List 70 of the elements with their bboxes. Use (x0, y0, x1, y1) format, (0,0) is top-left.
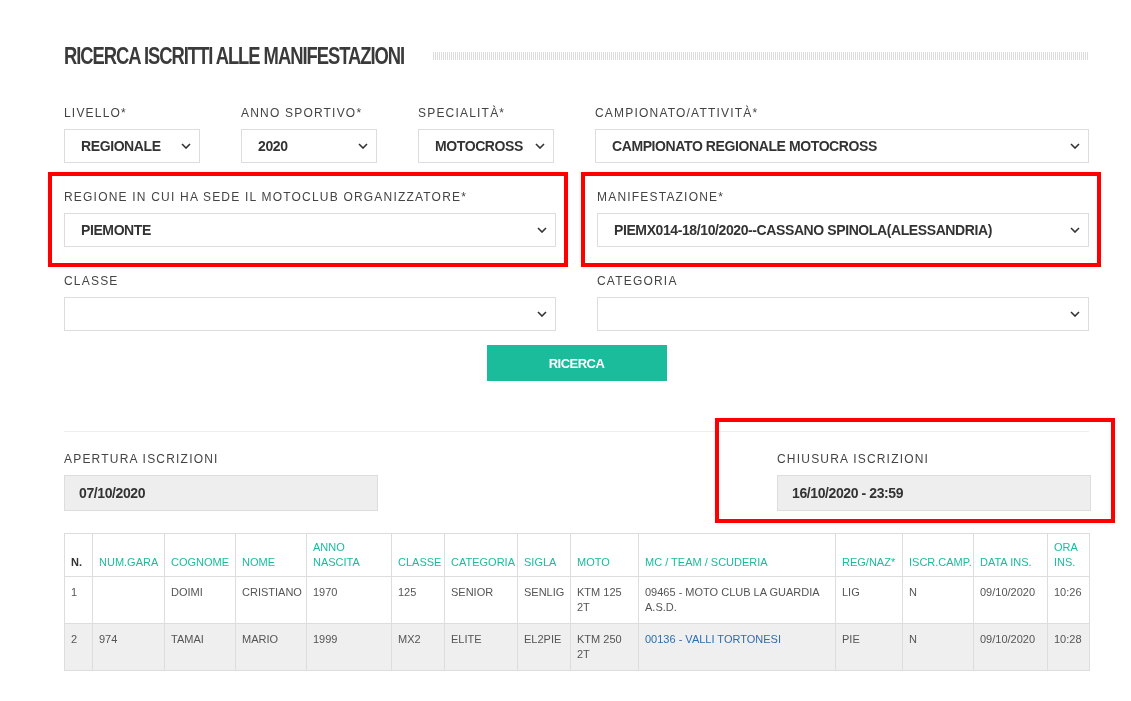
table-cell: 2 (64, 623, 93, 671)
table-cell: 10:28 (1047, 623, 1090, 671)
field-label: CATEGORIA (597, 274, 679, 288)
table-cell: 09465 - MOTO CLUB LA GUARDIA A.S.D. (638, 576, 836, 624)
select-field[interactable]: 2020 (241, 129, 377, 163)
table-cell: 1970 (306, 576, 392, 624)
table-cell: ELITE (444, 623, 518, 671)
table-cell: DOIMI (164, 576, 236, 624)
select-field[interactable]: REGIONALE (64, 129, 200, 163)
table-cell: 974 (92, 623, 165, 671)
field-label: APERTURA ISCRIZIONI (64, 452, 220, 466)
caret-icon (537, 311, 547, 317)
table-cell: TAMAI (164, 623, 236, 671)
select-field[interactable]: PIEMX014-18/10/2020--CASSANO SPINOLA(ALESSANDRIA) (597, 213, 1089, 247)
table-cell: N (902, 623, 974, 671)
column-header: CLASSE (391, 533, 445, 577)
column-header: CATEGORIA (444, 533, 518, 577)
table-cell: 125 (391, 576, 445, 624)
select-field[interactable]: PIEMONTE (64, 213, 556, 247)
table-cell: KTM 250 2T (570, 623, 639, 671)
table-cell: CRISTIANO (235, 576, 307, 624)
table-cell: 09/10/2020 (973, 576, 1048, 624)
table-cell: EL2PIE (517, 623, 571, 671)
table-cell: 10:26 (1047, 576, 1090, 624)
page-title: RICERCA ISCRITTI ALLE MANIFESTAZIONI (64, 42, 405, 70)
column-header: ANNO NASCITA (306, 533, 392, 577)
column-header: DATA INS. (973, 533, 1048, 577)
field-label: CHIUSURA ISCRIZIONI (777, 452, 931, 466)
caret-icon (1070, 143, 1080, 149)
table-cell: SENIOR (444, 576, 518, 624)
column-header: ORA INS. (1047, 533, 1090, 577)
table-cell: 1999 (306, 623, 392, 671)
column-header: NOME (235, 533, 307, 577)
caret-icon (1070, 227, 1080, 233)
caret-icon (181, 143, 191, 149)
table-cell: LIG (835, 576, 903, 624)
field-label: CLASSE (64, 274, 120, 288)
date-field: 16/10/2020 - 23:59 (777, 475, 1091, 511)
column-header: COGNOME (164, 533, 236, 577)
club-link[interactable]: 00136 - VALLI TORTONESI (638, 623, 836, 671)
table-cell: PIE (835, 623, 903, 671)
table-cell: 1 (64, 576, 93, 624)
column-header: REG/NAZ* (835, 533, 903, 577)
field-label: LIVELLO* (64, 106, 128, 120)
column-header: MOTO (570, 533, 639, 577)
caret-icon (358, 143, 368, 149)
field-label: CAMPIONATO/ATTIVITÀ* (595, 106, 760, 120)
select-field[interactable] (64, 297, 556, 331)
field-label: REGIONE IN CUI HA SEDE IL MOTOCLUB ORGANIZZATORE* (64, 190, 469, 204)
select-field[interactable]: MOTOCROSS (418, 129, 554, 163)
caret-icon (537, 227, 547, 233)
column-header: MC / TEAM / SCUDERIA (638, 533, 836, 577)
field-label: ANNO SPORTIVO* (241, 106, 364, 120)
date-field: 07/10/2020 (64, 475, 378, 511)
caret-icon (535, 143, 545, 149)
field-label: SPECIALITÀ* (418, 106, 507, 120)
select-field[interactable]: CAMPIONATO REGIONALE MOTOCROSS (595, 129, 1089, 163)
table-cell: MARIO (235, 623, 307, 671)
field-label: MANIFESTAZIONE* (597, 190, 726, 204)
column-header: SIGLA (517, 533, 571, 577)
table-cell: KTM 125 2T (570, 576, 639, 624)
table-cell: N (902, 576, 974, 624)
column-header: NUM.GARA (92, 533, 165, 577)
column-header: N. (64, 533, 93, 577)
table-cell: MX2 (391, 623, 445, 671)
table-cell: SENLIG (517, 576, 571, 624)
column-header: ISCR.CAMP. (902, 533, 974, 577)
select-field[interactable] (597, 297, 1089, 331)
caret-icon (1070, 311, 1080, 317)
table-cell: 09/10/2020 (973, 623, 1048, 671)
